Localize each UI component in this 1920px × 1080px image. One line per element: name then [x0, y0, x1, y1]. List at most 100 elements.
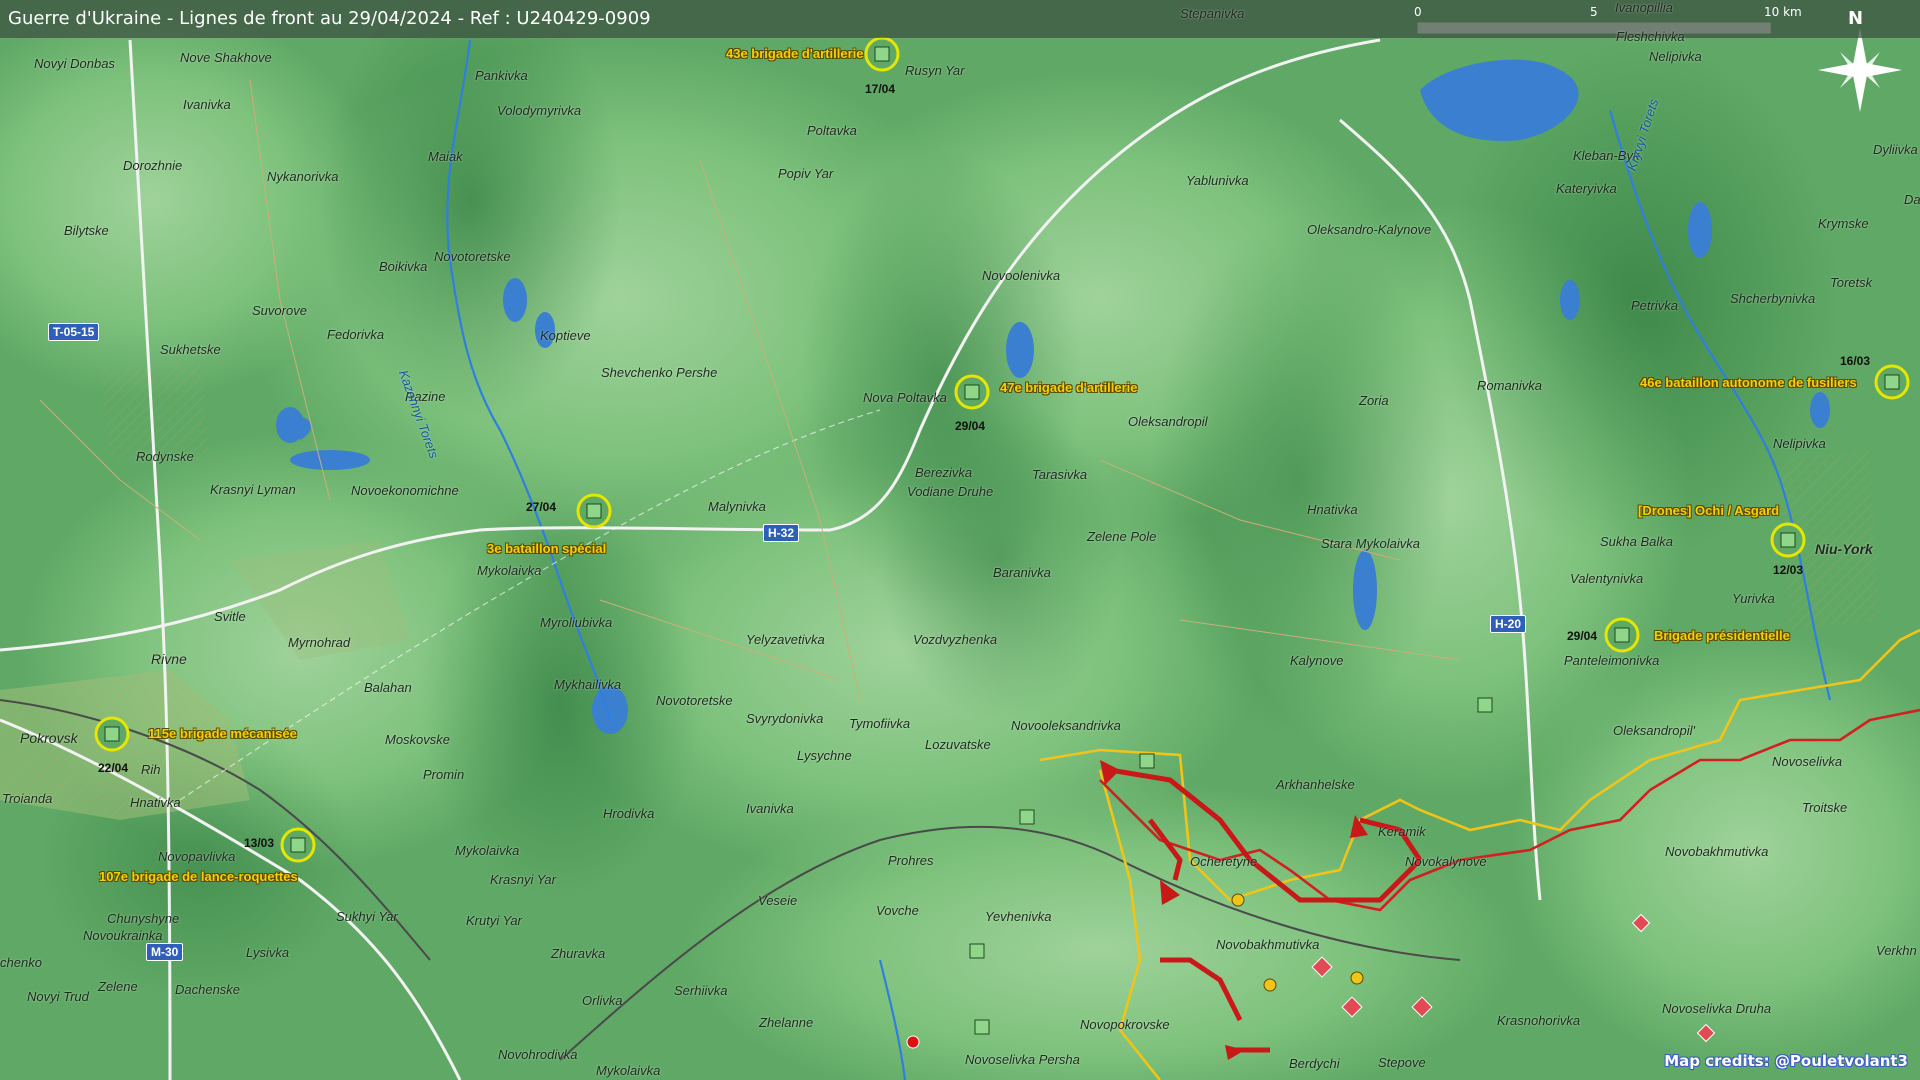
place-label: Yevhenivka [985, 909, 1052, 924]
place-label: Oleksandro-Kalynove [1307, 222, 1432, 237]
place-label: Stepanivka [1180, 6, 1245, 21]
place-label: Tarasivka [1032, 467, 1088, 482]
place-label: Orlivka [582, 993, 623, 1008]
place-label: Dyliivka [1873, 142, 1918, 157]
place-label: Chunyshyne [107, 911, 180, 926]
unit-label-presidential-brigade: Brigade présidentielle [1654, 628, 1790, 643]
place-label: Lysychne [797, 748, 852, 763]
place-label: Stepove [1378, 1055, 1426, 1070]
place-label: Romanivka [1477, 378, 1543, 393]
place-label: Vozdvyzhenka [913, 632, 998, 647]
place-label: Sukhyi Yar [336, 909, 398, 924]
place-label: Pankivka [475, 68, 528, 83]
place-label: Prohres [888, 853, 934, 868]
place-label: Suvorove [252, 303, 307, 318]
place-label: Myroliubivka [540, 615, 613, 630]
place-label: Moskovske [385, 732, 451, 747]
place-label: Oleksandropil [1128, 414, 1208, 429]
unit-label-47-artillery: 47e brigade d'artillerie [1000, 380, 1138, 395]
place-label: Berdychi [1289, 1056, 1340, 1071]
place-label: chenko [0, 955, 42, 970]
place-label: Yurivka [1732, 591, 1775, 606]
place-label: Kateryivka [1556, 181, 1617, 196]
unit-date-46-rifle-battalion: 16/03 [1840, 354, 1871, 368]
place-label: Balahan [364, 680, 412, 695]
unit-label-115-mechanized: 115e brigade mécanisée [148, 726, 297, 741]
place-label: Svitle [214, 609, 246, 624]
place-label: Rih [141, 762, 161, 777]
place-label: Maiak [428, 149, 463, 164]
place-label: Nelipivka [1773, 436, 1826, 451]
unit-date-107-rocket: 13/03 [244, 836, 275, 850]
unit-label-43-artillery: 43e brigade d'artillerie [726, 46, 864, 61]
place-label: Novoselivka Persha [965, 1052, 1080, 1067]
place-label: Rodynske [136, 449, 194, 464]
place-label: Toretsk [1830, 275, 1873, 290]
place-label: Baranivka [993, 565, 1051, 580]
place-label: Valentynivka [1570, 571, 1644, 586]
place-label: Novobakhmutivka [1665, 844, 1769, 859]
place-label: Krymske [1818, 216, 1869, 231]
place-label: Kalynove [1290, 653, 1344, 668]
place-label: Novohrodivka [498, 1047, 578, 1062]
place-label: Mykolaivka [477, 563, 542, 578]
unit-date-43-artillery: 17/04 [865, 82, 896, 96]
place-label: Novyi Trud [27, 989, 89, 1004]
road-shield-m-30: M-30 [146, 943, 184, 961]
place-label: Dorozhnie [123, 158, 183, 173]
place-label: Malynivka [708, 499, 766, 514]
unit-label-drones-ochi: [Drones] Ochi / Asgard [1638, 503, 1780, 518]
place-label: Novoekonomichne [351, 483, 459, 498]
scale-label-max: 10 km [1764, 5, 1802, 19]
place-label: Hnativka [130, 795, 181, 810]
place-label: Novyi Donbas [34, 56, 115, 71]
road-shield-h-32: H-32 [763, 524, 800, 542]
place-label: Hrodivka [603, 806, 655, 821]
yellow-marker [1263, 978, 1277, 992]
place-label: Zhelanne [759, 1015, 814, 1030]
place-label: Ivanivka [746, 801, 794, 816]
place-label: Nove Shakhove [180, 50, 272, 65]
place-label: Veseie [758, 893, 798, 908]
yellow-marker [1350, 971, 1364, 985]
place-label: Yablunivka [1186, 173, 1249, 188]
place-label: Poltavka [807, 123, 857, 138]
place-label: Novoselivka [1772, 754, 1843, 769]
map-credits: Map credits: @Pouletvolant3 [1664, 1052, 1908, 1070]
place-label: Novopavlivka [158, 849, 236, 864]
place-label: Arkhanhelske [1276, 777, 1355, 792]
place-label: Yelyzavetivka [746, 632, 825, 647]
place-label: Nykanorivka [267, 169, 339, 184]
place-label: Novoselivka Druha [1662, 1001, 1772, 1016]
place-label: Mykolaivka [455, 843, 520, 858]
place-label: Popiv Yar [778, 166, 834, 181]
place-label: Ocheretyne [1190, 854, 1258, 869]
unit-date-drones-ochi: 12/03 [1773, 563, 1804, 577]
place-label: Fedorivka [327, 327, 385, 342]
place-label: Zhuravka [551, 946, 606, 961]
place-label: Pokrovsk [20, 730, 78, 746]
place-label: Novotoretske [434, 249, 511, 264]
place-label: Lysivka [246, 945, 290, 960]
place-label: Novobakhmutivka [1216, 937, 1320, 952]
place-label: Vodiane Druhe [907, 484, 994, 499]
place-label: Novopokrovske [1080, 1017, 1170, 1032]
yellow-marker [1231, 893, 1245, 907]
place-label: Troianda [2, 791, 53, 806]
map-title: Guerre d'Ukraine - Lignes de front au 29… [8, 8, 651, 29]
place-label: Krasnyi Lyman [210, 482, 296, 497]
place-label: Promin [423, 767, 465, 782]
place-label: Koptieve [540, 328, 591, 343]
place-label: Vovche [876, 903, 919, 918]
place-label: Shevchenko Pershe [601, 365, 718, 380]
place-label: Novotoretske [656, 693, 733, 708]
place-label: Nelipivka [1649, 49, 1702, 64]
red-marker [906, 1035, 920, 1049]
place-label: Sukha Balka [1600, 534, 1673, 549]
place-label: Niu-York [1815, 541, 1873, 557]
place-label: Rusyn Yar [905, 63, 965, 78]
place-label: Hnativka [1307, 502, 1358, 517]
place-label: Mykolaivka [596, 1063, 661, 1078]
place-label: Lozuvatske [925, 737, 991, 752]
place-label: Fleshchivka [1616, 29, 1685, 44]
